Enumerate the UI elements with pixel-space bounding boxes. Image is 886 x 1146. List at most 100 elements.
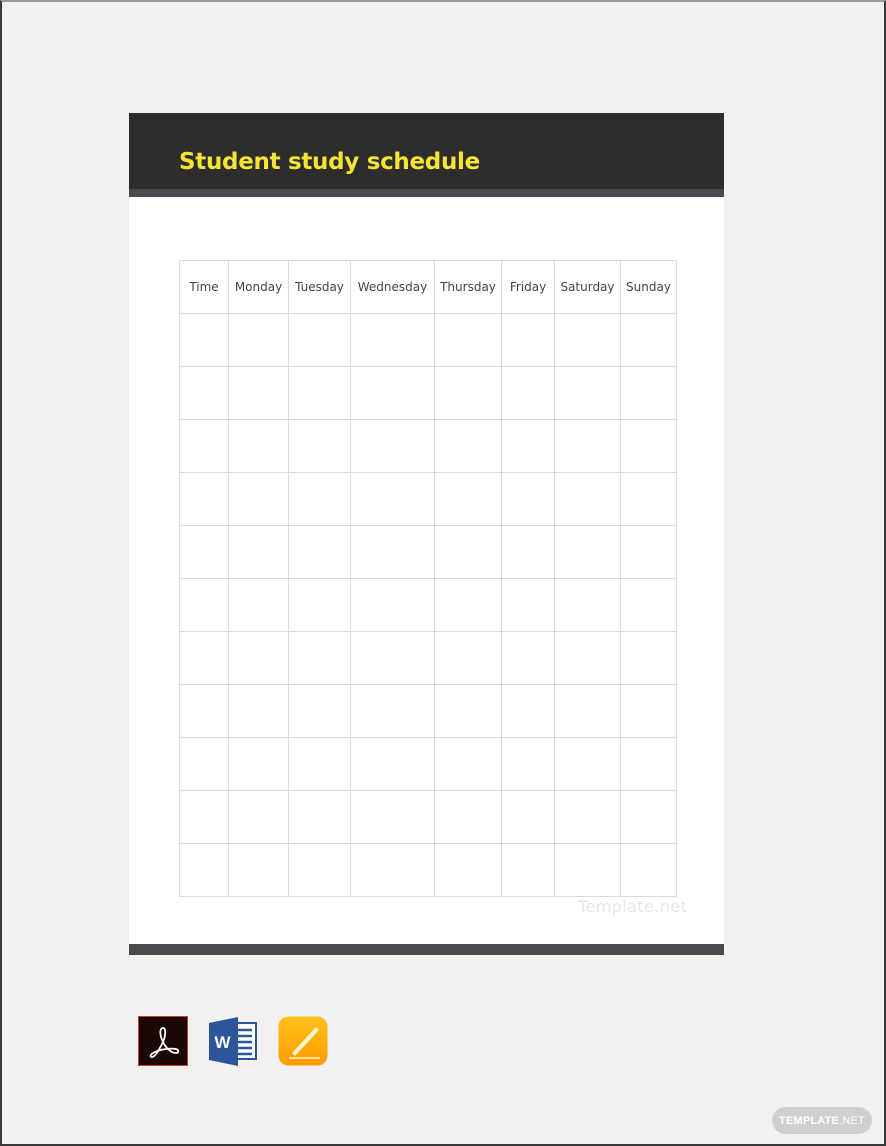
cell-time[interactable] [179, 684, 229, 738]
cell-saturday[interactable] [554, 843, 621, 897]
cell-wednesday[interactable] [350, 737, 435, 791]
apple-pages-button[interactable] [278, 1016, 328, 1066]
cell-wednesday[interactable] [350, 684, 435, 738]
table-row [179, 525, 677, 579]
cell-tuesday[interactable] [288, 790, 351, 844]
cell-monday[interactable] [228, 790, 289, 844]
cell-thursday[interactable] [434, 578, 502, 632]
cell-thursday[interactable] [434, 419, 502, 473]
cell-monday[interactable] [228, 843, 289, 897]
cell-friday[interactable] [501, 684, 555, 738]
table-row [179, 578, 677, 632]
cell-sunday[interactable] [620, 578, 677, 632]
cell-tuesday[interactable] [288, 737, 351, 791]
table-row [179, 313, 677, 367]
adobe-pdf-button[interactable] [138, 1016, 188, 1066]
cell-saturday[interactable] [554, 419, 621, 473]
cell-friday[interactable] [501, 843, 555, 897]
cell-sunday[interactable] [620, 631, 677, 685]
cell-monday[interactable] [228, 684, 289, 738]
cell-monday[interactable] [228, 419, 289, 473]
cell-tuesday[interactable] [288, 843, 351, 897]
cell-tuesday[interactable] [288, 578, 351, 632]
cell-time[interactable] [179, 313, 229, 367]
table-row [179, 790, 677, 844]
cell-wednesday[interactable] [350, 366, 435, 420]
ms-word-button[interactable]: W [208, 1016, 258, 1066]
cell-sunday[interactable] [620, 419, 677, 473]
cell-friday[interactable] [501, 631, 555, 685]
cell-tuesday[interactable] [288, 472, 351, 526]
template-net-badge[interactable]: TEMPLATE .NET [772, 1107, 872, 1134]
cell-thursday[interactable] [434, 313, 502, 367]
cell-wednesday[interactable] [350, 578, 435, 632]
cell-tuesday[interactable] [288, 684, 351, 738]
cell-saturday[interactable] [554, 684, 621, 738]
cell-friday[interactable] [501, 790, 555, 844]
cell-wednesday[interactable] [350, 472, 435, 526]
table-row [179, 419, 677, 473]
cell-time[interactable] [179, 419, 229, 473]
cell-time[interactable] [179, 737, 229, 791]
cell-saturday[interactable] [554, 578, 621, 632]
cell-sunday[interactable] [620, 525, 677, 579]
cell-sunday[interactable] [620, 843, 677, 897]
cell-monday[interactable] [228, 631, 289, 685]
cell-saturday[interactable] [554, 631, 621, 685]
cell-monday[interactable] [228, 578, 289, 632]
cell-thursday[interactable] [434, 366, 502, 420]
cell-thursday[interactable] [434, 843, 502, 897]
cell-saturday[interactable] [554, 472, 621, 526]
cell-wednesday[interactable] [350, 419, 435, 473]
cell-thursday[interactable] [434, 472, 502, 526]
cell-time[interactable] [179, 790, 229, 844]
cell-tuesday[interactable] [288, 631, 351, 685]
cell-saturday[interactable] [554, 313, 621, 367]
cell-tuesday[interactable] [288, 366, 351, 420]
cell-thursday[interactable] [434, 737, 502, 791]
cell-monday[interactable] [228, 525, 289, 579]
cell-friday[interactable] [501, 313, 555, 367]
cell-friday[interactable] [501, 419, 555, 473]
cell-time[interactable] [179, 631, 229, 685]
cell-friday[interactable] [501, 366, 555, 420]
cell-sunday[interactable] [620, 684, 677, 738]
cell-monday[interactable] [228, 472, 289, 526]
cell-friday[interactable] [501, 737, 555, 791]
cell-sunday[interactable] [620, 472, 677, 526]
cell-friday[interactable] [501, 578, 555, 632]
cell-wednesday[interactable] [350, 631, 435, 685]
cell-thursday[interactable] [434, 525, 502, 579]
cell-friday[interactable] [501, 472, 555, 526]
cell-time[interactable] [179, 843, 229, 897]
cell-friday[interactable] [501, 525, 555, 579]
table-row [179, 737, 677, 791]
cell-thursday[interactable] [434, 790, 502, 844]
cell-sunday[interactable] [620, 737, 677, 791]
cell-wednesday[interactable] [350, 525, 435, 579]
cell-sunday[interactable] [620, 790, 677, 844]
cell-wednesday[interactable] [350, 313, 435, 367]
table-row [179, 472, 677, 526]
cell-monday[interactable] [228, 366, 289, 420]
cell-sunday[interactable] [620, 313, 677, 367]
cell-time[interactable] [179, 525, 229, 579]
cell-monday[interactable] [228, 737, 289, 791]
cell-saturday[interactable] [554, 737, 621, 791]
cell-tuesday[interactable] [288, 313, 351, 367]
cell-monday[interactable] [228, 313, 289, 367]
table-header-row: Time Monday Tuesday Wednesday Thursday F… [179, 260, 677, 314]
cell-time[interactable] [179, 578, 229, 632]
cell-time[interactable] [179, 472, 229, 526]
cell-saturday[interactable] [554, 790, 621, 844]
cell-time[interactable] [179, 366, 229, 420]
cell-wednesday[interactable] [350, 790, 435, 844]
cell-saturday[interactable] [554, 366, 621, 420]
cell-tuesday[interactable] [288, 525, 351, 579]
cell-thursday[interactable] [434, 684, 502, 738]
cell-thursday[interactable] [434, 631, 502, 685]
cell-sunday[interactable] [620, 366, 677, 420]
cell-tuesday[interactable] [288, 419, 351, 473]
cell-saturday[interactable] [554, 525, 621, 579]
cell-wednesday[interactable] [350, 843, 435, 897]
